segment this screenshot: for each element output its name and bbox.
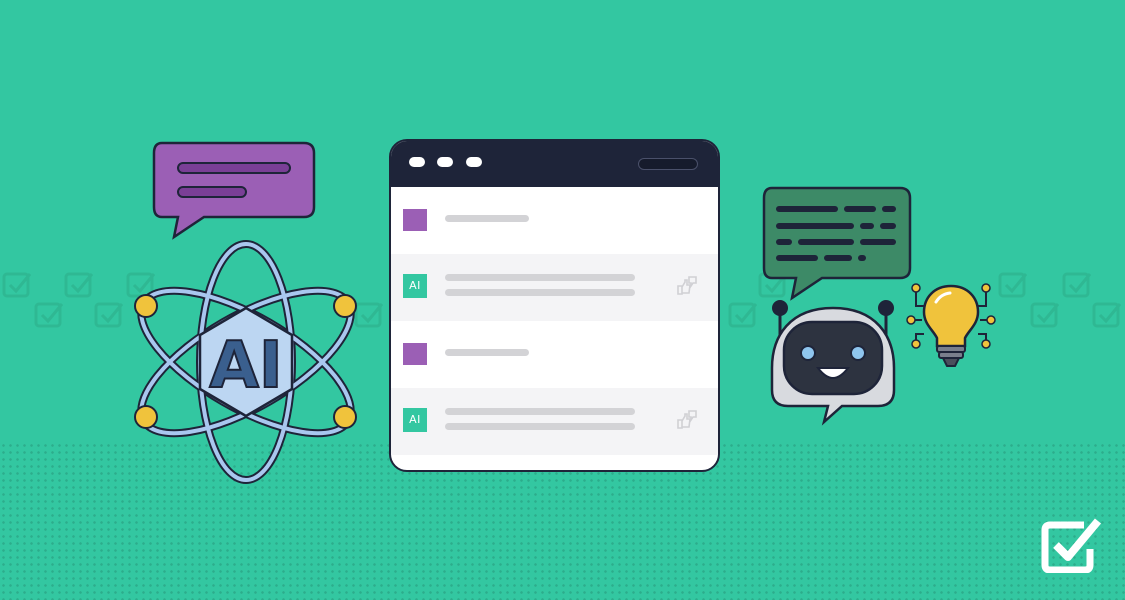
chat-message-ai: AI [391,388,718,455]
chat-message-ai: AI [391,254,718,321]
checkbox-logo-icon [1041,518,1102,573]
thumbs-feedback-icon[interactable] [676,276,698,296]
window-control-dot[interactable] [437,157,453,167]
message-text-placeholder [445,215,529,222]
chat-bubble-icon [762,186,912,301]
atom-ai-label: AI [209,329,282,403]
message-text-placeholder [445,289,635,296]
thumbs-feedback-icon[interactable] [676,410,698,430]
robot-icon [770,300,896,426]
user-avatar [403,343,427,365]
message-text-placeholder [445,274,635,281]
chat-window: AI AI [389,139,720,472]
chat-bubble-icon [152,141,316,240]
message-text-placeholder [445,349,529,356]
message-text-placeholder [445,408,635,415]
user-avatar [403,209,427,231]
window-titlebar [391,141,718,187]
atom-ai-icon: AI [134,240,357,484]
chat-message-user [391,187,718,254]
ai-avatar: AI [403,274,427,298]
message-text-placeholder [445,423,635,430]
window-address-bar[interactable] [638,158,698,170]
window-control-dot[interactable] [466,157,482,167]
chat-message-user [391,321,718,388]
lightbulb-icon [906,283,996,367]
ai-avatar: AI [403,408,427,432]
window-control-dot[interactable] [409,157,425,167]
